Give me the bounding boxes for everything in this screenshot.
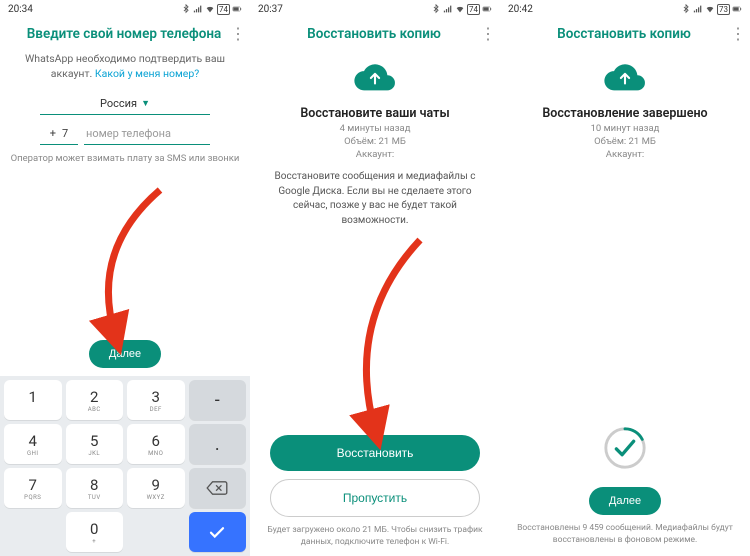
key-9[interactable]: 9WXYZ <box>127 468 185 508</box>
battery-level: 73 <box>717 4 730 15</box>
backup-size: Объём: 21 МБ <box>500 136 750 147</box>
bluetooth-icon <box>181 4 191 14</box>
country-code-input[interactable]: +7 <box>40 123 78 145</box>
status-time: 20:42 <box>508 4 533 15</box>
battery-icon <box>732 4 742 14</box>
status-icons: 74 <box>431 4 492 15</box>
restore-summary: Восстановлены 9 459 сообщений. Медиафайл… <box>500 515 750 552</box>
key-dot[interactable]: . <box>189 424 247 464</box>
page-title: Восстановить копию <box>268 26 480 42</box>
key-empty <box>4 512 62 552</box>
battery-icon <box>232 4 242 14</box>
phone-number-input[interactable]: номер телефона <box>84 123 210 145</box>
signal-icon <box>443 4 453 14</box>
screen-restore-backup: 20:37 74 Восстановить копию ⋮ Восстанови… <box>250 0 500 556</box>
cloud-upload-icon <box>353 62 397 94</box>
key-1[interactable]: 1 <box>4 380 62 420</box>
backspace-icon <box>206 480 228 496</box>
wifi-icon <box>205 4 215 14</box>
success-check-icon <box>602 425 648 471</box>
chevron-down-icon: ▼ <box>141 98 150 109</box>
country-label: Россия <box>100 97 137 110</box>
bluetooth-icon <box>431 4 441 14</box>
key-backspace[interactable] <box>189 468 247 508</box>
key-2[interactable]: 2ABC <box>66 380 124 420</box>
key-4[interactable]: 4GHI <box>4 424 62 464</box>
menu-button[interactable]: ⋮ <box>480 28 494 40</box>
screen-restore-complete: 20:42 73 Восстановить копию ⋮ Восстановл… <box>500 0 750 556</box>
battery-level: 74 <box>217 4 230 15</box>
signal-icon <box>193 4 203 14</box>
status-bar: 20:34 74 <box>0 0 250 18</box>
next-button[interactable]: Далее <box>589 487 661 515</box>
wifi-icon <box>705 4 715 14</box>
next-button[interactable]: Далее <box>89 340 161 368</box>
status-icons: 74 <box>181 4 242 15</box>
key-0[interactable]: 0+ <box>66 512 124 552</box>
battery-icon <box>482 4 492 14</box>
cloud-upload-icon <box>603 62 647 94</box>
carrier-disclaimer: Оператор может взимать плату за SMS или … <box>8 153 242 164</box>
signal-icon <box>693 4 703 14</box>
battery-level: 74 <box>467 4 480 15</box>
status-time: 20:37 <box>258 4 283 15</box>
status-time: 20:34 <box>8 4 33 15</box>
key-enter[interactable] <box>189 512 247 552</box>
menu-button[interactable]: ⋮ <box>730 28 744 40</box>
menu-button[interactable]: ⋮ <box>230 28 244 40</box>
key-7[interactable]: 7PQRS <box>4 468 62 508</box>
header: Восстановить копию ⋮ <box>500 18 750 50</box>
whats-my-number-link[interactable]: Какой у меня номер? <box>95 67 199 80</box>
checkmark-icon <box>208 525 226 539</box>
status-icons: 73 <box>681 4 742 15</box>
key-dash[interactable]: - <box>189 380 247 420</box>
backup-time: 4 минуты назад <box>250 123 500 134</box>
screen-phone-entry: 20:34 74 Введите свой номер телефона ⋮ W… <box>0 0 250 556</box>
status-bar: 20:42 73 <box>500 0 750 18</box>
key-5[interactable]: 5JKL <box>66 424 124 464</box>
page-title: Введите свой номер телефона <box>18 26 230 42</box>
numeric-keypad: 1 2ABC 3DEF - 4GHI 5JKL 6MNO . 7PQRS 8TU… <box>0 376 250 556</box>
restore-heading: Восстановите ваши чаты <box>250 106 500 121</box>
header: Восстановить копию ⋮ <box>250 18 500 50</box>
key-8[interactable]: 8TUV <box>66 468 124 508</box>
restore-complete-heading: Восстановление завершено <box>500 106 750 121</box>
verify-text: WhatsApp необходимо подтвердить ваш акка… <box>0 50 250 83</box>
download-note: Будет загружено около 21 МБ. Чтобы снизи… <box>250 517 500 554</box>
key-3[interactable]: 3DEF <box>127 380 185 420</box>
restore-button[interactable]: Восстановить <box>270 435 480 471</box>
country-selector[interactable]: Россия ▼ <box>40 93 210 115</box>
header: Введите свой номер телефона ⋮ <box>0 18 250 50</box>
page-title: Восстановить копию <box>518 26 730 42</box>
phone-input-row: +7 номер телефона <box>40 123 210 145</box>
restore-description: Восстановите сообщения и медиафайлы с Go… <box>250 160 500 228</box>
wifi-icon <box>455 4 465 14</box>
key-6[interactable]: 6MNO <box>127 424 185 464</box>
backup-size: Объём: 21 МБ <box>250 136 500 147</box>
backup-account: Аккаунт: <box>250 149 500 160</box>
status-bar: 20:37 74 <box>250 0 500 18</box>
skip-button[interactable]: Пропустить <box>270 479 480 517</box>
bluetooth-icon <box>681 4 691 14</box>
backup-account: Аккаунт: <box>500 149 750 160</box>
backup-time: 10 минут назад <box>500 123 750 134</box>
key-empty-2 <box>127 512 185 552</box>
